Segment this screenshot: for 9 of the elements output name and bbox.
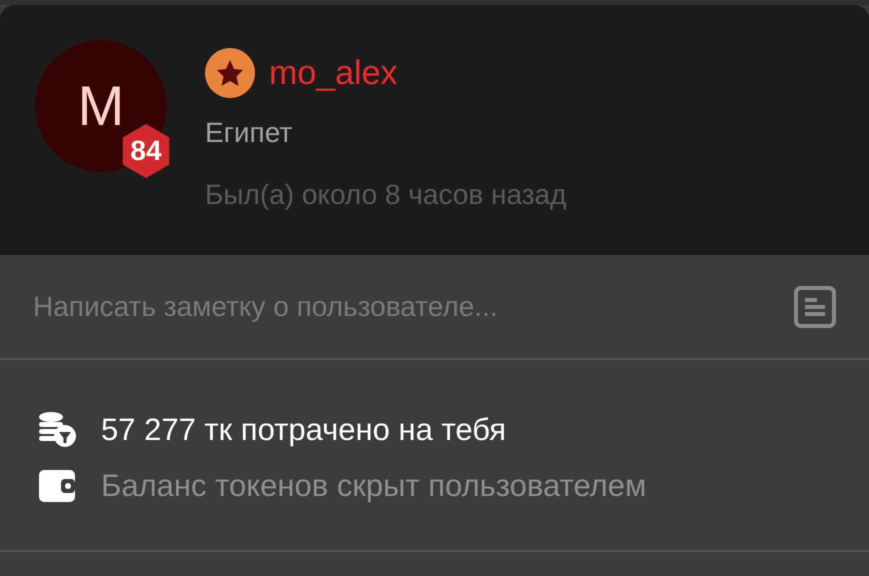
username[interactable]: mo_alex bbox=[269, 48, 398, 98]
coins-icon bbox=[37, 412, 77, 448]
tokens-spent: 57 277 тк потрачено на тебя bbox=[101, 410, 506, 448]
wallet-icon bbox=[37, 468, 77, 504]
balance-hidden: Баланс токенов скрыт пользователем bbox=[101, 467, 646, 505]
location: Египет bbox=[205, 116, 294, 150]
note-field[interactable]: Написать заметку о пользователе... bbox=[33, 286, 794, 328]
last-seen: Был(а) около 8 часов назад bbox=[205, 178, 566, 212]
note-icon[interactable] bbox=[794, 286, 836, 328]
